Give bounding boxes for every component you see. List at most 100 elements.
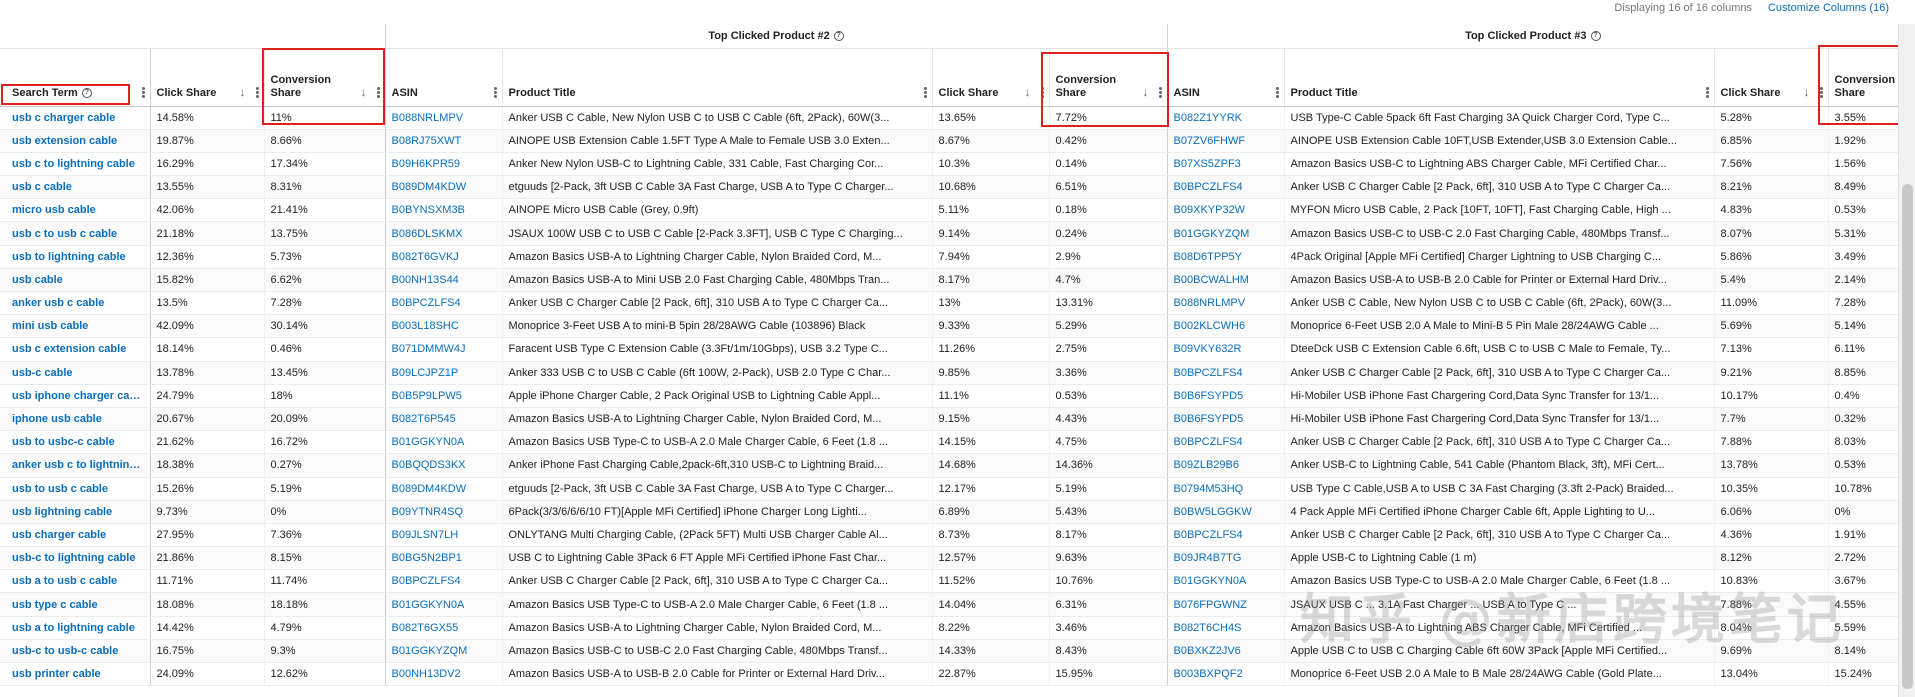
asin-link[interactable]: B0794M53HQ bbox=[1166, 477, 1285, 501]
asin-link[interactable]: B09VKY632R bbox=[1166, 337, 1285, 362]
asin-link[interactable]: B09LCJPZ1P bbox=[384, 361, 503, 385]
asin-link[interactable]: B00NH13DV2 bbox=[384, 662, 503, 687]
asin-link[interactable]: B09YTNR4SQ bbox=[384, 500, 503, 524]
asin-link[interactable]: B089DM4KDW bbox=[384, 477, 503, 501]
asin-link[interactable]: B08RJ75XWT bbox=[384, 129, 503, 153]
asin-link[interactable]: B00NH13S44 bbox=[384, 268, 503, 293]
search-term-link[interactable]: usb to usb c cable bbox=[0, 477, 150, 501]
asin-link[interactable]: B09JLSN7LH bbox=[384, 523, 503, 548]
asin-link[interactable]: B09H6KPR59 bbox=[384, 152, 503, 177]
header-product-title[interactable]: Product Title bbox=[501, 48, 933, 107]
customize-columns-link[interactable]: Customize Columns (16) bbox=[1768, 2, 1889, 14]
asin-link[interactable]: B07XS5ZPF3 bbox=[1166, 152, 1285, 177]
asin-link[interactable]: B07ZV6FHWF bbox=[1166, 129, 1285, 153]
asin-link[interactable]: B09XKYP32W bbox=[1166, 198, 1285, 223]
column-menu-icon[interactable] bbox=[1705, 86, 1709, 98]
info-icon[interactable]: ? bbox=[1590, 30, 1601, 41]
header-conversion-share[interactable]: Conversion Share ↓ bbox=[1048, 48, 1168, 107]
column-menu-icon[interactable] bbox=[1158, 86, 1162, 98]
asin-link[interactable]: B082T6P545 bbox=[384, 407, 503, 432]
search-term-link[interactable]: usb charger cable bbox=[0, 523, 150, 548]
search-term-link[interactable]: mini usb cable bbox=[0, 314, 150, 339]
search-term-link[interactable]: usb iphone charger cable bbox=[0, 384, 150, 408]
asin-link[interactable]: B002KLCWH6 bbox=[1166, 314, 1285, 339]
search-term-link[interactable]: iphone usb cable bbox=[0, 407, 150, 432]
asin-link[interactable]: B071DMMW4J bbox=[384, 337, 503, 362]
asin-link[interactable]: B0BPCZLFS4 bbox=[1166, 430, 1285, 455]
search-term-link[interactable]: usb to usbc-c cable bbox=[0, 430, 150, 455]
asin-link[interactable]: B0B6FSYPD5 bbox=[1166, 407, 1285, 432]
search-term-link[interactable]: usb a to usb c cable bbox=[0, 569, 150, 594]
sort-arrow-icon[interactable]: ↓ bbox=[1025, 85, 1031, 99]
header-click-share[interactable]: Click Share ↓ bbox=[931, 48, 1050, 107]
search-term-link[interactable]: usb type c cable bbox=[0, 592, 150, 617]
asin-link[interactable]: B082Z1YYRK bbox=[1166, 106, 1285, 130]
search-term-link[interactable]: usb printer cable bbox=[0, 662, 150, 687]
header-asin[interactable]: ASIN bbox=[1166, 48, 1285, 107]
asin-link[interactable]: B089DM4KDW bbox=[384, 175, 503, 200]
asin-link[interactable]: B01GGKYZQM bbox=[1166, 221, 1285, 246]
sort-arrow-icon[interactable]: ↓ bbox=[361, 85, 367, 99]
search-term-link[interactable]: usb-c cable bbox=[0, 361, 150, 385]
asin-link[interactable]: B0BPCZLFS4 bbox=[384, 291, 503, 316]
asin-link[interactable]: B003L18SHC bbox=[384, 314, 503, 339]
search-term-link[interactable]: usb c to usb c cable bbox=[0, 221, 150, 246]
column-menu-icon[interactable] bbox=[1040, 86, 1044, 98]
search-term-link[interactable]: usb lightning cable bbox=[0, 500, 150, 524]
search-term-link[interactable]: usb-c to lightning cable bbox=[0, 546, 150, 571]
search-term-link[interactable]: usb c extension cable bbox=[0, 337, 150, 362]
asin-link[interactable]: B01GGKYN0A bbox=[384, 430, 503, 455]
search-term-link[interactable]: usb cable bbox=[0, 268, 150, 293]
asin-link[interactable]: B09JR4B7TG bbox=[1166, 546, 1285, 571]
asin-link[interactable]: B01GGKYZQM bbox=[384, 639, 503, 664]
asin-link[interactable]: B0BXKZ2JV6 bbox=[1166, 639, 1285, 664]
header-conversion-share[interactable]: Conversion Share ↓ bbox=[263, 48, 386, 107]
header-conversion-share[interactable]: Conversion Share bbox=[1827, 48, 1898, 107]
search-term-link[interactable]: usb a to lightning cable bbox=[0, 616, 150, 640]
vertical-scrollbar[interactable] bbox=[1898, 24, 1915, 697]
column-menu-icon[interactable] bbox=[493, 86, 497, 98]
asin-link[interactable]: B088NRLMPV bbox=[384, 106, 503, 130]
search-term-link[interactable]: usb to lightning cable bbox=[0, 245, 150, 269]
asin-link[interactable]: B076FPGWNZ bbox=[1166, 592, 1285, 617]
asin-link[interactable]: B0B5P9LPW5 bbox=[384, 384, 503, 408]
asin-link[interactable]: B088NRLMPV bbox=[1166, 291, 1285, 316]
column-menu-icon[interactable] bbox=[141, 86, 145, 98]
asin-link[interactable]: B01GGKYN0A bbox=[384, 592, 503, 617]
search-term-link[interactable]: micro usb cable bbox=[0, 198, 150, 223]
search-term-link[interactable]: usb c cable bbox=[0, 175, 150, 200]
search-term-link[interactable]: usb c to lightning cable bbox=[0, 152, 150, 177]
asin-link[interactable]: B0BPCZLFS4 bbox=[1166, 361, 1285, 385]
asin-link[interactable]: B0B6FSYPD5 bbox=[1166, 384, 1285, 408]
info-icon[interactable]: ? bbox=[81, 87, 92, 98]
header-product-title[interactable]: Product Title bbox=[1283, 48, 1715, 107]
asin-link[interactable]: B0BPCZLFS4 bbox=[1166, 523, 1285, 548]
asin-link[interactable]: B0BYNSXM3B bbox=[384, 198, 503, 223]
column-menu-icon[interactable] bbox=[923, 86, 927, 98]
column-menu-icon[interactable] bbox=[255, 86, 259, 98]
sort-arrow-icon[interactable]: ↓ bbox=[1143, 85, 1149, 99]
asin-link[interactable]: B086DLSKMX bbox=[384, 221, 503, 246]
search-term-link[interactable]: usb extension cable bbox=[0, 129, 150, 153]
asin-link[interactable]: B01GGKYN0A bbox=[1166, 569, 1285, 594]
search-term-link[interactable]: anker usb c to lightning c bbox=[0, 453, 150, 478]
header-search-term[interactable]: Search Term? bbox=[0, 48, 150, 107]
asin-link[interactable]: B082T6GVKJ bbox=[384, 245, 503, 269]
asin-link[interactable]: B0BPCZLFS4 bbox=[384, 569, 503, 594]
header-asin[interactable]: ASIN bbox=[384, 48, 503, 107]
asin-link[interactable]: B00BCWALHM bbox=[1166, 268, 1285, 293]
asin-link[interactable]: B0BG5N2BP1 bbox=[384, 546, 503, 571]
asin-link[interactable]: B09ZLB29B6 bbox=[1166, 453, 1285, 478]
asin-link[interactable]: B0BW5LGGKW bbox=[1166, 500, 1285, 524]
sort-arrow-icon[interactable]: ↓ bbox=[1804, 85, 1810, 99]
asin-link[interactable]: B0BQQDS3KX bbox=[384, 453, 503, 478]
asin-link[interactable]: B0BPCZLFS4 bbox=[1166, 175, 1285, 200]
asin-link[interactable]: B003BXPQF2 bbox=[1166, 662, 1285, 687]
search-term-link[interactable]: anker usb c cable bbox=[0, 291, 150, 316]
header-click-share[interactable]: Click Share ↓ bbox=[1713, 48, 1829, 107]
asin-link[interactable]: B082T6GX55 bbox=[384, 616, 503, 640]
header-click-share[interactable]: Click Share ↓ bbox=[149, 48, 264, 107]
search-term-link[interactable]: usb-c to usb-c cable bbox=[0, 639, 150, 664]
asin-link[interactable]: B08D6TPP5Y bbox=[1166, 245, 1285, 269]
search-term-link[interactable]: usb c charger cable bbox=[0, 106, 150, 130]
